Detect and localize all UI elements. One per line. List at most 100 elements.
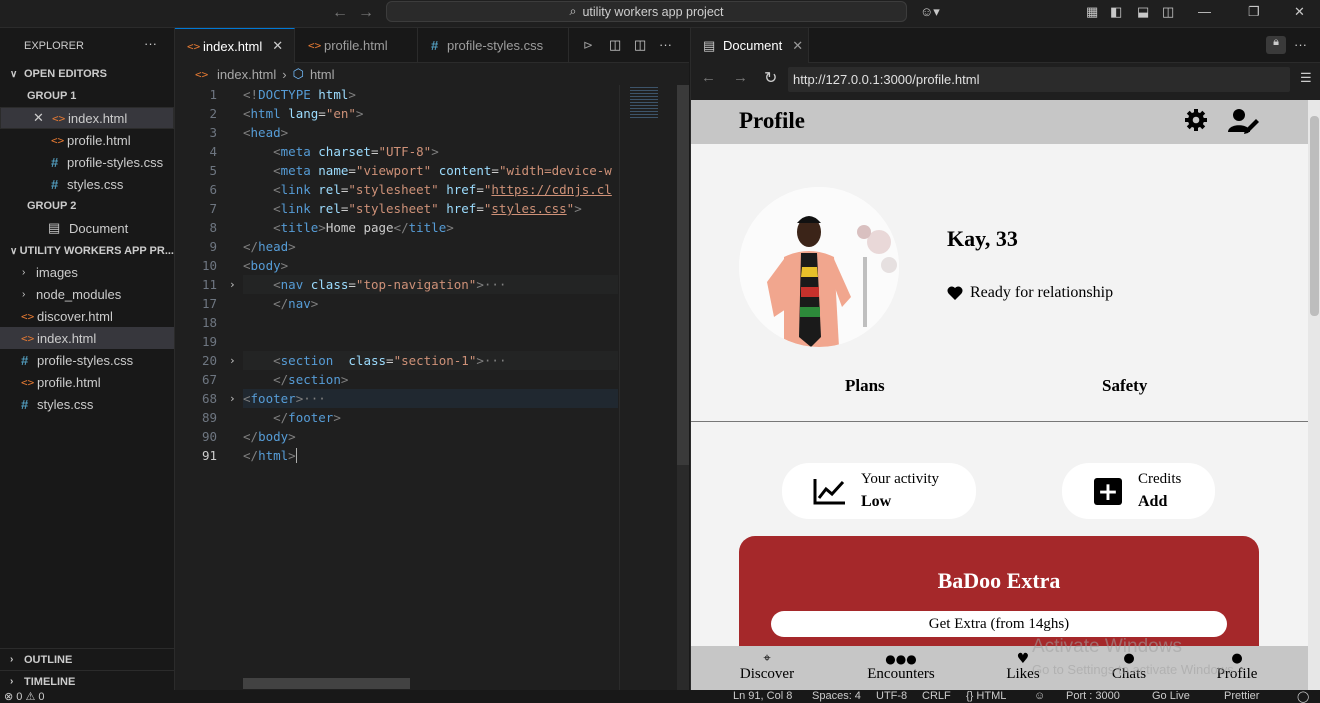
outline-header[interactable]: › OUTLINE	[0, 648, 174, 670]
more-actions-icon[interactable]: ···	[144, 36, 157, 51]
copilot-icon[interactable]: ☺▾	[920, 4, 940, 20]
breadcrumb-file[interactable]: index.html	[217, 67, 276, 82]
symbol-icon: ⬡	[292, 66, 304, 81]
code-editor[interactable]: 1 2 3 4 5 6 7 8 9 10 11 17 18 19 20 67 6…	[175, 85, 689, 690]
prettier-status[interactable]: Prettier	[1224, 690, 1259, 702]
tree-item-images[interactable]: › images	[0, 261, 174, 283]
go-live-button[interactable]: Go Live	[1152, 690, 1190, 702]
profile-name: Kay, 33	[947, 226, 1018, 251]
tab-document[interactable]: ▤ Document ✕	[691, 28, 809, 63]
code-line: <section class="section-1">···	[273, 353, 507, 368]
code-line: </section>	[273, 372, 349, 387]
line-number: 90	[201, 429, 217, 444]
reload-icon[interactable]: ↻	[764, 68, 777, 88]
tree-item-profile-styles[interactable]: # profile-styles.css	[0, 349, 174, 371]
more-actions-icon[interactable]: ···	[1294, 37, 1307, 52]
open-editor-item-profile[interactable]: <> profile.html	[0, 129, 174, 151]
cursor-position[interactable]: Ln 91, Col 8	[733, 690, 792, 702]
editor-tabs: <> index.html ✕ <> profile.html # profil…	[175, 28, 689, 63]
get-extra-button[interactable]: Get Extra (from 14ghs)	[771, 611, 1227, 637]
tab-profile-styles-css[interactable]: # profile-styles.css	[419, 28, 569, 63]
line-number: 19	[201, 334, 217, 349]
credits-card[interactable]: + Credits Add	[1062, 463, 1215, 519]
customize-layout-icon[interactable]: ▦	[1086, 4, 1098, 20]
minimize-icon[interactable]: —	[1198, 4, 1211, 19]
back-arrow-icon[interactable]: ←	[701, 69, 716, 86]
activity-card[interactable]: Your activity Low	[782, 463, 976, 519]
group1-header: GROUP 1	[27, 90, 77, 102]
tab-profile-html[interactable]: <> profile.html	[296, 28, 418, 63]
edit-profile-icon[interactable]	[1228, 108, 1260, 134]
open-editors-header[interactable]: ∨ OPEN EDITORS	[0, 63, 174, 85]
close-tab-icon[interactable]: ✕	[792, 38, 803, 54]
tree-item-profile[interactable]: <> profile.html	[0, 371, 174, 393]
plans-link[interactable]: Plans	[845, 376, 885, 396]
open-preview-icon[interactable]: ◫	[609, 37, 621, 53]
tree-item-discover[interactable]: <> discover.html	[0, 305, 174, 327]
tree-item-node-modules[interactable]: › node_modules	[0, 283, 174, 305]
notifications-bell-icon[interactable]: ◯	[1297, 690, 1309, 703]
breadcrumb-symbol[interactable]: html	[310, 67, 335, 82]
fold-chevron-icon[interactable]: ›	[229, 275, 236, 294]
gear-icon[interactable]	[1184, 108, 1208, 132]
menu-icon[interactable]: ☰	[1300, 70, 1312, 86]
page-scrollbar[interactable]	[1308, 100, 1320, 690]
horizontal-scrollbar[interactable]	[243, 678, 410, 689]
line-number: 11	[201, 277, 217, 292]
tab-index-html[interactable]: <> index.html ✕	[175, 28, 295, 63]
line-number: 4	[209, 144, 217, 159]
line-number: 68	[201, 391, 217, 406]
code-line: </footer>	[273, 410, 341, 425]
close-icon[interactable]: ✕	[33, 110, 52, 126]
copilot-icon[interactable]: ☺	[1034, 690, 1045, 702]
split-editor-icon[interactable]: ◫	[634, 37, 646, 53]
project-header[interactable]: ∨ UTILITY WORKERS APP PR...	[0, 240, 174, 262]
code-line: <meta name="viewport" content="width=dev…	[273, 163, 612, 178]
fold-chevron-icon[interactable]: ›	[229, 389, 236, 408]
tab-label: Document	[723, 38, 783, 53]
nav-encounters[interactable]: ●●● Encounters	[861, 652, 941, 683]
open-editor-item-profile-styles[interactable]: # profile-styles.css	[0, 151, 174, 173]
css-file-icon: #	[51, 176, 59, 192]
line-ending[interactable]: CRLF	[922, 690, 951, 702]
crosshair-icon: ⌖	[763, 651, 771, 666]
safety-link[interactable]: Safety	[1102, 376, 1147, 396]
more-actions-icon[interactable]: ···	[659, 37, 672, 52]
language-mode[interactable]: {} HTML	[966, 690, 1006, 702]
minimap[interactable]	[619, 85, 677, 690]
fold-chevron-icon[interactable]: ›	[229, 351, 236, 370]
chevron-right-icon: ›	[10, 654, 14, 665]
port-indicator[interactable]: Port : 3000	[1066, 690, 1120, 702]
command-center-search[interactable]: ⌕ utility workers app project	[386, 1, 907, 22]
indentation[interactable]: Spaces: 4	[812, 690, 861, 702]
toggle-primary-sidebar-icon[interactable]: ◧	[1110, 4, 1122, 20]
lock-icon[interactable]: 🔒︎	[1266, 36, 1286, 54]
open-editor-item-index[interactable]: ✕ <> index.html	[0, 107, 174, 129]
problems-indicator[interactable]: ⊗ 0 ⚠ 0	[4, 690, 44, 703]
relationship-status: Ready for relationship	[970, 284, 1114, 301]
open-changes-icon[interactable]: ⊳	[583, 38, 593, 52]
forward-arrow-icon[interactable]: →	[358, 4, 374, 22]
close-window-icon[interactable]: ✕	[1294, 4, 1305, 20]
open-editor-item-document[interactable]: ▤ Document	[0, 217, 174, 239]
restore-icon[interactable]: ❐	[1248, 4, 1260, 20]
tree-item-index[interactable]: <> index.html	[0, 327, 174, 349]
line-number: 8	[209, 220, 217, 235]
html-file-icon: <>	[195, 67, 209, 81]
forward-arrow-icon[interactable]: →	[733, 69, 748, 86]
nav-discover[interactable]: ⌖ Discover	[737, 652, 797, 683]
back-arrow-icon[interactable]: ←	[332, 4, 348, 22]
encoding[interactable]: UTF-8	[876, 690, 907, 702]
toggle-secondary-sidebar-icon[interactable]: ◫	[1162, 4, 1174, 20]
divider	[691, 421, 1308, 422]
tree-item-styles[interactable]: # styles.css	[0, 393, 174, 415]
timeline-header[interactable]: › TIMELINE	[0, 670, 174, 692]
url-input[interactable]: http://127.0.0.1:3000/profile.html	[788, 67, 1290, 92]
toggle-panel-icon[interactable]: ⬓	[1137, 4, 1149, 20]
html-file-icon: <>	[21, 331, 35, 345]
code-line: <nav class="top-navigation">···	[273, 277, 507, 292]
credits-value: Add	[1138, 493, 1168, 510]
open-editor-item-styles[interactable]: # styles.css	[0, 173, 174, 195]
editor-scrollbar[interactable]	[677, 85, 689, 690]
close-tab-icon[interactable]: ✕	[272, 38, 283, 54]
